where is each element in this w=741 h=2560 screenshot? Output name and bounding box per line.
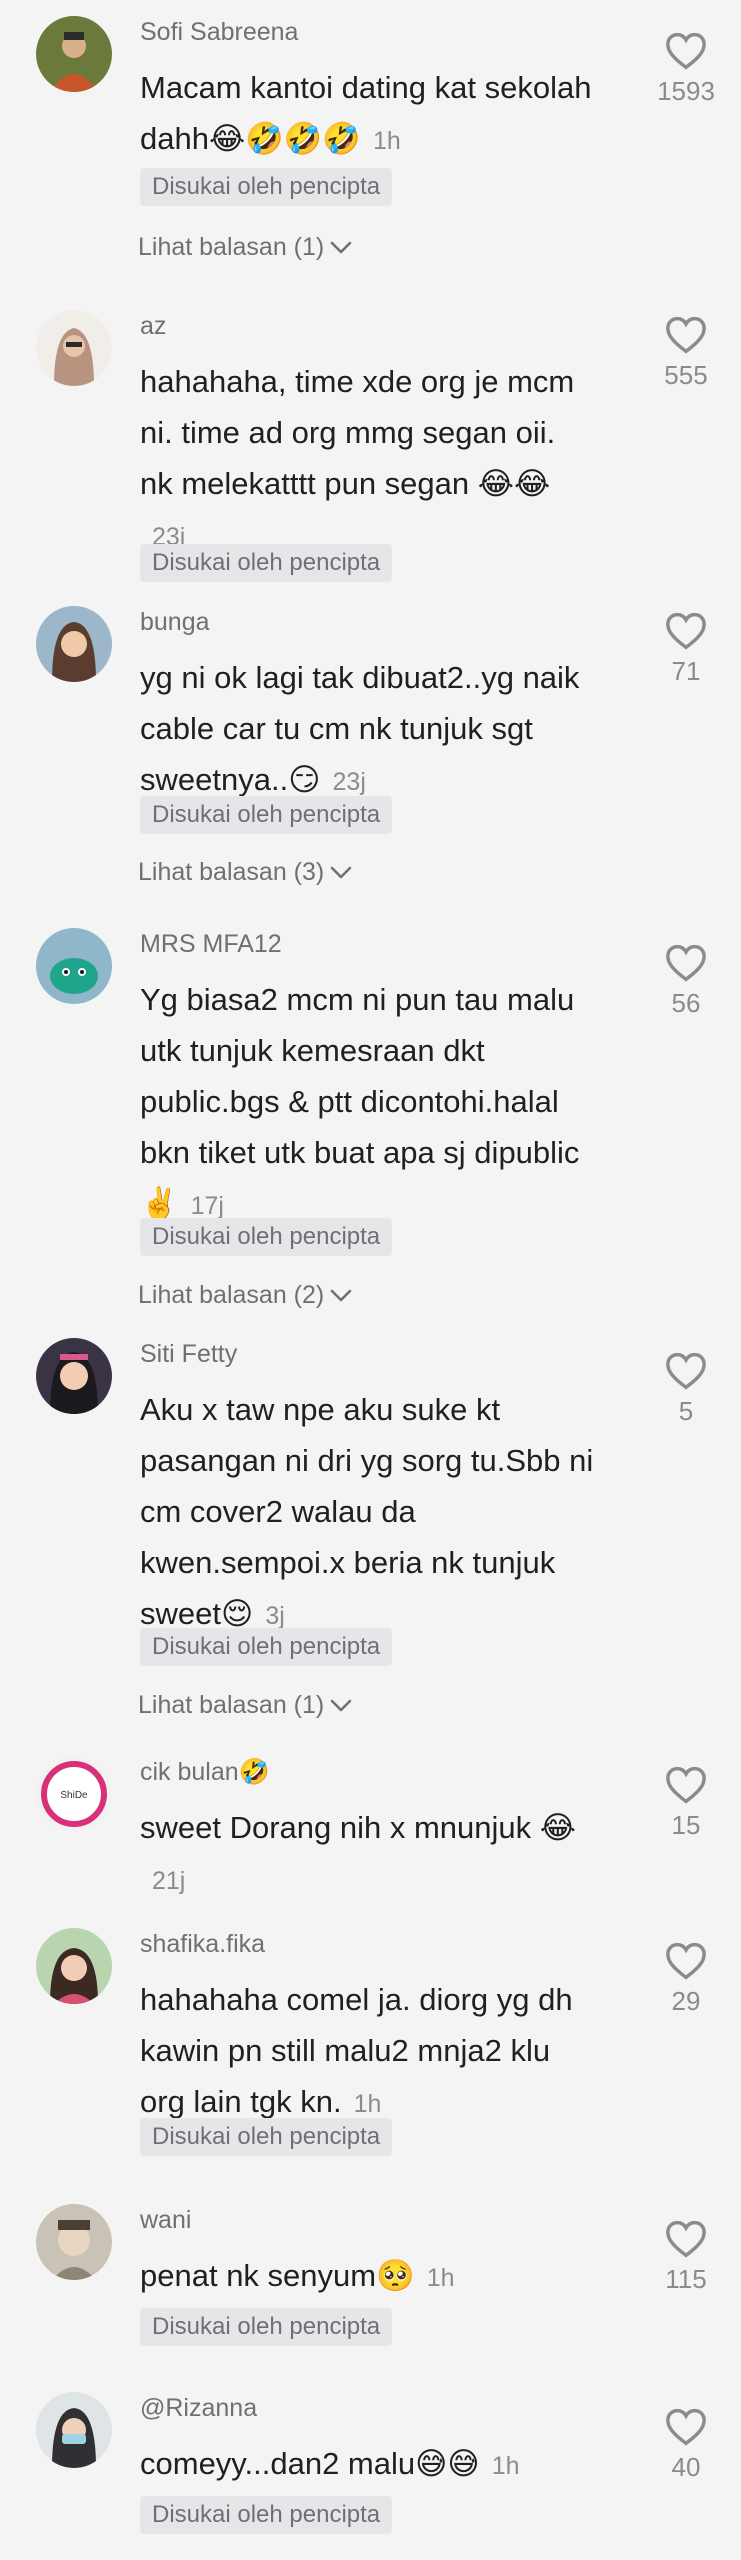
avatar-badge-text: ShiDe (60, 1790, 88, 1801)
heart-outline-icon[interactable] (665, 1766, 707, 1804)
comment-text: penat nk senyum🥺 1h (140, 2258, 455, 2293)
comment-time: 23j (332, 768, 366, 796)
avatar[interactable] (36, 310, 112, 386)
chevron-down-icon (330, 242, 352, 254)
comment-text: Yg biasa2 mcm ni pun tau malu utk tunjuk… (140, 982, 580, 1221)
comment-time: 17j (190, 1192, 224, 1220)
like-count: 71 (671, 656, 701, 686)
like-count: 56 (671, 988, 701, 1018)
like-control[interactable]: 1593 (638, 32, 734, 107)
avatar[interactable] (36, 1338, 112, 1414)
heart-outline-icon[interactable] (665, 32, 707, 70)
heart-outline-icon[interactable] (665, 612, 707, 650)
username[interactable]: bunga (140, 608, 210, 637)
liked-by-creator-badge: Disukai oleh pencipta (140, 796, 393, 834)
comment-time: 1h (491, 2452, 520, 2480)
avatar[interactable]: ShiDe (36, 1756, 112, 1832)
liked-by-creator-badge: Disukai oleh pencipta (140, 2118, 393, 2156)
avatar[interactable] (36, 1928, 112, 2004)
heart-outline-icon[interactable] (665, 1352, 707, 1390)
avatar[interactable] (36, 16, 112, 92)
comment-text: Macam kantoi dating kat sekolah dahh😂🤣🤣🤣… (140, 70, 592, 156)
like-count: 29 (671, 1986, 701, 2016)
comment-time: 1h (426, 2264, 455, 2292)
like-control[interactable]: 56 (638, 944, 734, 1019)
view-replies-button[interactable]: Lihat balasan (2) (138, 1281, 352, 1310)
like-count: 5 (678, 1396, 694, 1426)
liked-by-creator-badge: Disukai oleh pencipta (140, 2308, 393, 2346)
like-control[interactable]: 555 (638, 316, 734, 391)
view-replies-button[interactable]: Lihat balasan (1) (138, 1691, 352, 1720)
liked-by-creator-badge: Disukai oleh pencipta (140, 1628, 393, 1666)
chevron-down-icon (330, 867, 352, 879)
liked-by-creator-badge: Disukai oleh pencipta (140, 168, 393, 206)
view-replies-button[interactable]: Lihat balasan (3) (138, 858, 352, 887)
username[interactable]: @Rizanna (140, 2394, 257, 2423)
comment-time: 21j (152, 1867, 186, 1895)
comment-text: hahahaha comel ja. diorg yg dh kawin pn … (140, 1982, 573, 2119)
comment-time: 1h (353, 2090, 382, 2118)
username[interactable]: wani (140, 2206, 191, 2235)
username[interactable]: MRS MFA12 (140, 930, 282, 959)
username[interactable]: shafika.fika (140, 1930, 265, 1959)
comment-text: Aku x taw npe aku suke kt pasangan ni dr… (140, 1392, 594, 1631)
avatar[interactable] (36, 928, 112, 1004)
view-replies-button[interactable]: Lihat balasan (1) (138, 233, 352, 262)
like-count: 40 (671, 2452, 701, 2482)
heart-outline-icon[interactable] (665, 2220, 707, 2258)
like-control[interactable]: 29 (638, 1942, 734, 2017)
like-count: 115 (665, 2264, 707, 2294)
avatar[interactable] (36, 2392, 112, 2468)
comment-time: 1h (372, 127, 401, 155)
comment-text: hahahaha, time xde org je mcm ni. time a… (140, 364, 575, 551)
like-control[interactable]: 71 (638, 612, 734, 687)
heart-outline-icon[interactable] (665, 2408, 707, 2446)
chevron-down-icon (330, 1700, 352, 1712)
comment-text: comeyy...dan2 malu😅😅 1h (140, 2446, 520, 2481)
liked-by-creator-badge: Disukai oleh pencipta (140, 1218, 393, 1256)
heart-outline-icon[interactable] (665, 316, 707, 354)
liked-by-creator-badge: Disukai oleh pencipta (140, 2496, 393, 2534)
username[interactable]: az (140, 312, 166, 341)
chevron-down-icon (330, 1290, 352, 1302)
username[interactable]: Sofi Sabreena (140, 18, 298, 47)
like-count: 15 (671, 1810, 701, 1840)
like-control[interactable]: 115 (638, 2220, 734, 2295)
username[interactable]: cik bulan🤣 (140, 1758, 270, 1787)
heart-outline-icon[interactable] (665, 944, 707, 982)
username[interactable]: Siti Fetty (140, 1340, 237, 1369)
avatar[interactable] (36, 606, 112, 682)
like-control[interactable]: 5 (638, 1352, 734, 1427)
avatar[interactable] (36, 2204, 112, 2280)
like-count: 555 (664, 360, 708, 390)
comment-text: yg ni ok lagi tak dibuat2..yg naik cable… (140, 660, 580, 797)
comment-text: sweet Dorang nih x mnunjuk 😂21j (140, 1810, 576, 1895)
like-count: 1593 (657, 76, 715, 106)
liked-by-creator-badge: Disukai oleh pencipta (140, 544, 393, 582)
comment-list: Sofi Sabreena Macam kantoi dating kat se… (0, 0, 741, 2560)
heart-outline-icon[interactable] (665, 1942, 707, 1980)
like-control[interactable]: 40 (638, 2408, 734, 2483)
like-control[interactable]: 15 (638, 1766, 734, 1841)
comment-time: 3j (265, 1602, 285, 1630)
